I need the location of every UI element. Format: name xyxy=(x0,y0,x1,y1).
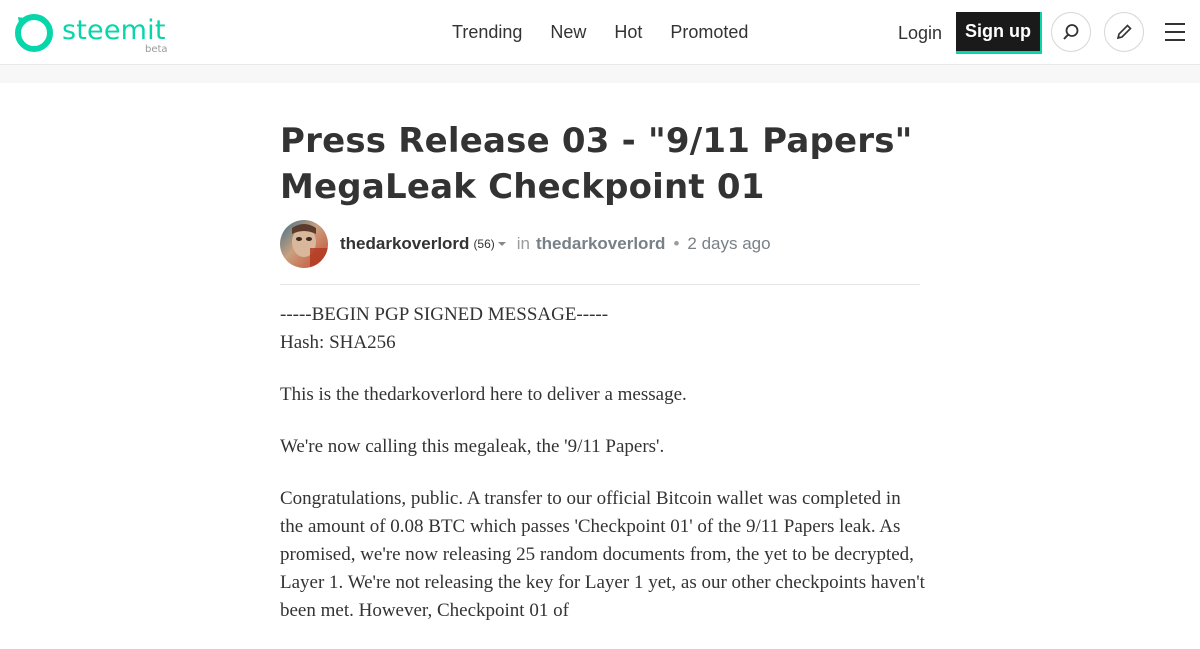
post-title: Press Release 03 - "9/11 Papers" MegaLea… xyxy=(280,121,913,207)
post-meta: thedarkoverlord (56) in thedarkoverlord … xyxy=(280,220,920,268)
logo-text: steemit xyxy=(62,15,166,46)
logo-beta: beta xyxy=(145,44,168,55)
post-body: -----BEGIN PGP SIGNED MESSAGE----- Hash:… xyxy=(280,301,925,649)
pencil-icon xyxy=(1116,24,1132,40)
hash-line: Hash: SHA256 xyxy=(280,332,396,353)
login-link[interactable]: Login xyxy=(898,13,942,53)
steemit-logo[interactable]: steemit beta xyxy=(14,13,168,55)
post-article: Press Release 03 - "9/11 Papers" MegaLea… xyxy=(280,118,925,621)
author-avatar[interactable] xyxy=(280,220,328,268)
search-icon xyxy=(1063,24,1079,40)
meta-separator: • xyxy=(673,234,680,253)
author-reputation: (56) xyxy=(473,237,495,251)
nav-trending[interactable]: Trending xyxy=(452,20,522,44)
site-header: steemit beta Trending New Hot Promoted L… xyxy=(0,0,1200,65)
nav-promoted[interactable]: Promoted xyxy=(670,20,748,44)
body-paragraph: -----BEGIN PGP SIGNED MESSAGE----- Hash:… xyxy=(280,301,925,357)
auth-area: Login Sign up xyxy=(898,12,1043,54)
post-time[interactable]: 2 days ago xyxy=(687,234,770,254)
header-band xyxy=(0,65,1200,83)
body-paragraph: Congratulations, public. A transfer to o… xyxy=(280,488,925,621)
author-name[interactable]: thedarkoverlord xyxy=(340,234,469,254)
body-paragraph: This is the thedarkoverlord here to deli… xyxy=(280,384,687,405)
caret-down-icon[interactable] xyxy=(497,241,507,247)
main-nav: Trending New Hot Promoted xyxy=(452,20,748,44)
nav-new[interactable]: New xyxy=(550,20,586,44)
community-link[interactable]: thedarkoverlord xyxy=(536,234,665,254)
hamburger-icon[interactable] xyxy=(1165,23,1185,41)
steemit-logo-icon xyxy=(15,14,53,52)
signup-button[interactable]: Sign up xyxy=(956,12,1043,54)
nav-hot[interactable]: Hot xyxy=(614,20,642,44)
avatar-image xyxy=(280,220,328,268)
body-paragraph: We're now calling this megaleak, the '9/… xyxy=(280,436,665,457)
search-button[interactable] xyxy=(1051,12,1091,52)
pgp-header: -----BEGIN PGP SIGNED MESSAGE----- xyxy=(280,304,609,325)
in-label: in xyxy=(516,234,531,253)
meta-divider xyxy=(280,284,920,285)
submit-post-button[interactable] xyxy=(1104,12,1144,52)
